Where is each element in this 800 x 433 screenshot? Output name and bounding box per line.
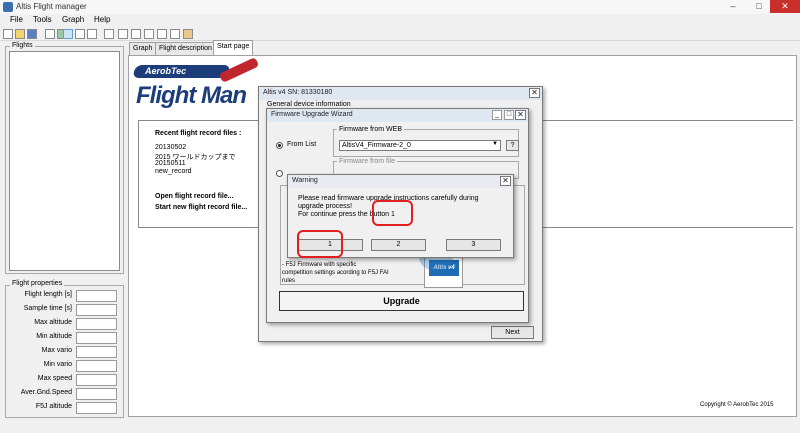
- chevron-down-icon: ▼: [492, 141, 498, 147]
- firmware-web-label: Firmware from WEB: [337, 126, 404, 133]
- warning-title: Warning: [292, 177, 318, 184]
- prop-label: Sample time [s]: [23, 305, 72, 312]
- warning-close-button[interactable]: ✕: [500, 176, 511, 186]
- firmware-desc-line: rules: [282, 278, 296, 284]
- recent-file-item[interactable]: 20150511: [155, 160, 186, 167]
- graph-a-icon[interactable]: [118, 29, 128, 39]
- new-file-link[interactable]: Start new flight record file...: [155, 204, 247, 211]
- app-icon: [3, 2, 13, 12]
- wizard-close-button[interactable]: ✕: [515, 110, 526, 120]
- prop-label: Max altitude: [34, 319, 72, 326]
- save-icon[interactable]: [27, 29, 37, 39]
- prop-value: [76, 360, 117, 372]
- firmware-selected-value: AltisV4_Firmware-2_0: [342, 142, 411, 149]
- new-file-icon[interactable]: [3, 29, 13, 39]
- recent-file-item[interactable]: 20130502: [155, 144, 186, 151]
- warning-button-3[interactable]: 3: [446, 239, 501, 251]
- open-folder-icon[interactable]: [15, 29, 25, 39]
- settings-icon[interactable]: [183, 29, 193, 39]
- prop-label: Min vario: [43, 361, 72, 368]
- print-icon[interactable]: [45, 29, 55, 39]
- prop-label: Min altitude: [36, 333, 72, 340]
- logo-top-text: AerobTec: [145, 66, 187, 76]
- prop-value: [76, 402, 117, 414]
- prop-value: [76, 332, 117, 344]
- warning-titlebar: Warning ✕: [288, 175, 513, 188]
- menu-bar: File Tools Graph Help: [0, 14, 800, 27]
- from-list-label: From List: [287, 141, 317, 148]
- maximize-button[interactable]: □: [746, 0, 772, 13]
- device-info-label: General device information: [267, 101, 351, 108]
- prop-label: Aver.Gnd.Speed: [20, 389, 72, 396]
- tab-start-page[interactable]: Start page: [213, 40, 254, 55]
- graph-altitude-icon[interactable]: [104, 29, 114, 39]
- prop-value: [76, 374, 117, 386]
- wizard-minimize-button[interactable]: _: [492, 110, 502, 120]
- flight-properties-label: Flight properties: [10, 280, 65, 287]
- window-titlebar: Altis Flight manager – □ ✕: [0, 0, 800, 14]
- help-button[interactable]: ?: [506, 140, 519, 151]
- graph-speed-icon[interactable]: [131, 29, 141, 39]
- prop-value: [76, 346, 117, 358]
- zoom-out-icon[interactable]: [87, 29, 97, 39]
- altis-window-titlebar: Altis v4 SN: 81330180 ✕: [259, 87, 542, 100]
- close-button[interactable]: ✕: [770, 0, 800, 13]
- from-file-radio[interactable]: [276, 170, 283, 177]
- zoom-in-icon[interactable]: [75, 29, 85, 39]
- firmware-desc-line: competition settings acording to F5J FAI: [282, 270, 389, 276]
- from-list-radio[interactable]: [276, 142, 283, 149]
- altis-window-close-button[interactable]: ✕: [529, 88, 540, 98]
- prop-label: F5J altitude: [35, 403, 72, 410]
- prop-value: [76, 290, 117, 302]
- logo-main-text: Flight Man: [136, 82, 247, 109]
- tab-flight-description[interactable]: Flight description: [155, 42, 216, 55]
- annotation-highlight: [297, 230, 343, 258]
- toolbar: [0, 27, 800, 41]
- graph-vario-icon[interactable]: [144, 29, 154, 39]
- firmware-select[interactable]: AltisV4_Firmware-2_0 ▼: [339, 140, 501, 151]
- logo-plane-icon: [218, 57, 260, 83]
- flights-list[interactable]: [9, 51, 120, 271]
- warning-button-2[interactable]: 2: [371, 239, 426, 251]
- graph-gps-icon[interactable]: [157, 29, 167, 39]
- next-button[interactable]: Next: [491, 326, 534, 339]
- prop-value: [76, 388, 117, 400]
- prop-value: [76, 304, 117, 316]
- flights-label: Flights: [10, 42, 35, 49]
- window-title: Altis Flight manager: [16, 2, 87, 11]
- prop-label: Flight length [s]: [24, 291, 72, 298]
- divider-left: [138, 120, 139, 228]
- firmware-file-label: Firmware from file: [337, 158, 398, 165]
- recent-file-item[interactable]: new_record: [155, 168, 192, 175]
- menu-tools[interactable]: Tools: [33, 15, 52, 24]
- wizard-title: Firmware Upgrade Wizard: [271, 111, 353, 118]
- zoom-select-icon[interactable]: [63, 29, 73, 39]
- open-file-link[interactable]: Open flight record file...: [155, 193, 234, 200]
- prop-value: [76, 318, 117, 330]
- recent-heading: Recent flight record files :: [155, 130, 242, 137]
- annotation-highlight: [372, 200, 413, 226]
- menu-help[interactable]: Help: [94, 15, 110, 24]
- copyright: Copyright © AerobTec 2015: [700, 402, 774, 408]
- warning-message-line: upgrade process!: [298, 203, 353, 210]
- menu-graph[interactable]: Graph: [62, 15, 84, 24]
- upgrade-button[interactable]: Upgrade: [279, 291, 524, 311]
- firmware-desc-line: - F5J Firmware with specific: [282, 262, 357, 268]
- prop-label: Max vario: [41, 347, 72, 354]
- tab-graph[interactable]: Graph: [129, 42, 157, 55]
- prop-label: Max speed: [37, 375, 72, 382]
- menu-file[interactable]: File: [10, 15, 23, 24]
- altis-window-title: Altis v4 SN: 81330180: [263, 89, 333, 96]
- graph-clear-icon[interactable]: [170, 29, 180, 39]
- wizard-maximize-button[interactable]: □: [504, 110, 514, 120]
- minimize-button[interactable]: –: [720, 0, 746, 13]
- wizard-titlebar: Firmware Upgrade Wizard _ □ ✕: [267, 109, 528, 122]
